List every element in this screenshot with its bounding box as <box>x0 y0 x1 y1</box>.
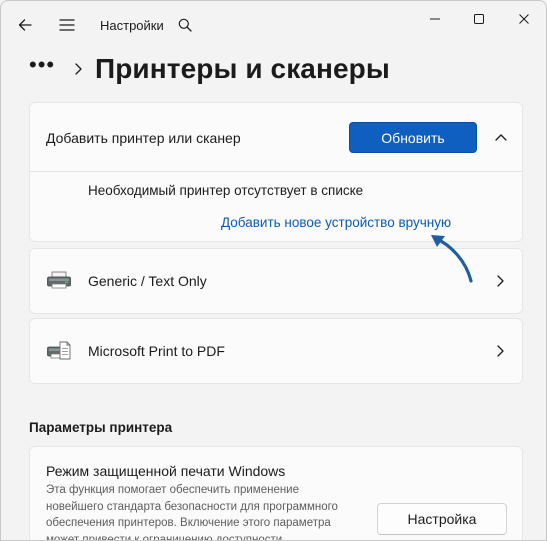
chevron-right-icon <box>73 62 83 76</box>
chevron-up-icon[interactable] <box>489 125 513 149</box>
hamburger-menu-icon[interactable] <box>53 11 81 39</box>
add-device-manually-link[interactable]: Добавить новое устройство вручную <box>221 215 451 230</box>
search-icon[interactable] <box>173 13 197 37</box>
protected-print-mode-title: Режим защищенной печати Windows <box>46 463 286 479</box>
breadcrumb: ••• Принтеры и сканеры <box>29 47 390 91</box>
card-divider <box>30 171 522 172</box>
page-title: Принтеры и сканеры <box>95 53 390 84</box>
breadcrumb-more-button[interactable]: ••• <box>29 54 63 76</box>
maximize-icon[interactable] <box>465 5 493 33</box>
add-printer-card: Добавить принтер или сканер Обновить Нео… <box>29 102 523 242</box>
printer-settings-heading: Параметры принтера <box>29 420 173 435</box>
printer-name: Microsoft Print to PDF <box>88 343 225 359</box>
protected-print-mode-card: Режим защищенной печати Windows Эта функ… <box>29 446 523 541</box>
close-icon[interactable] <box>510 5 538 33</box>
printer-name: Generic / Text Only <box>88 273 207 289</box>
minimize-icon[interactable] <box>421 5 449 33</box>
title-bar: Настройки <box>1 1 546 49</box>
printer-item-generic-text-only[interactable]: Generic / Text Only <box>29 248 523 314</box>
back-arrow-icon[interactable] <box>11 11 39 39</box>
chevron-right-icon <box>492 343 508 359</box>
missing-printer-text: Необходимый принтер отсутствует в списке <box>88 183 364 198</box>
pdf-printer-icon <box>46 339 72 363</box>
printer-icon <box>46 269 72 293</box>
settings-window: Настройки ••• Принтеры и сканеры Добавит… <box>0 0 547 541</box>
configure-button[interactable]: Настройка <box>377 503 507 535</box>
app-title: Настройки <box>100 18 164 33</box>
printer-item-microsoft-print-to-pdf[interactable]: Microsoft Print to PDF <box>29 318 523 384</box>
refresh-button[interactable]: Обновить <box>349 122 477 153</box>
chevron-right-icon <box>492 273 508 289</box>
add-printer-label: Добавить принтер или сканер <box>46 130 241 146</box>
protected-print-mode-description: Эта функция помогает обеспечить применен… <box>46 484 338 541</box>
